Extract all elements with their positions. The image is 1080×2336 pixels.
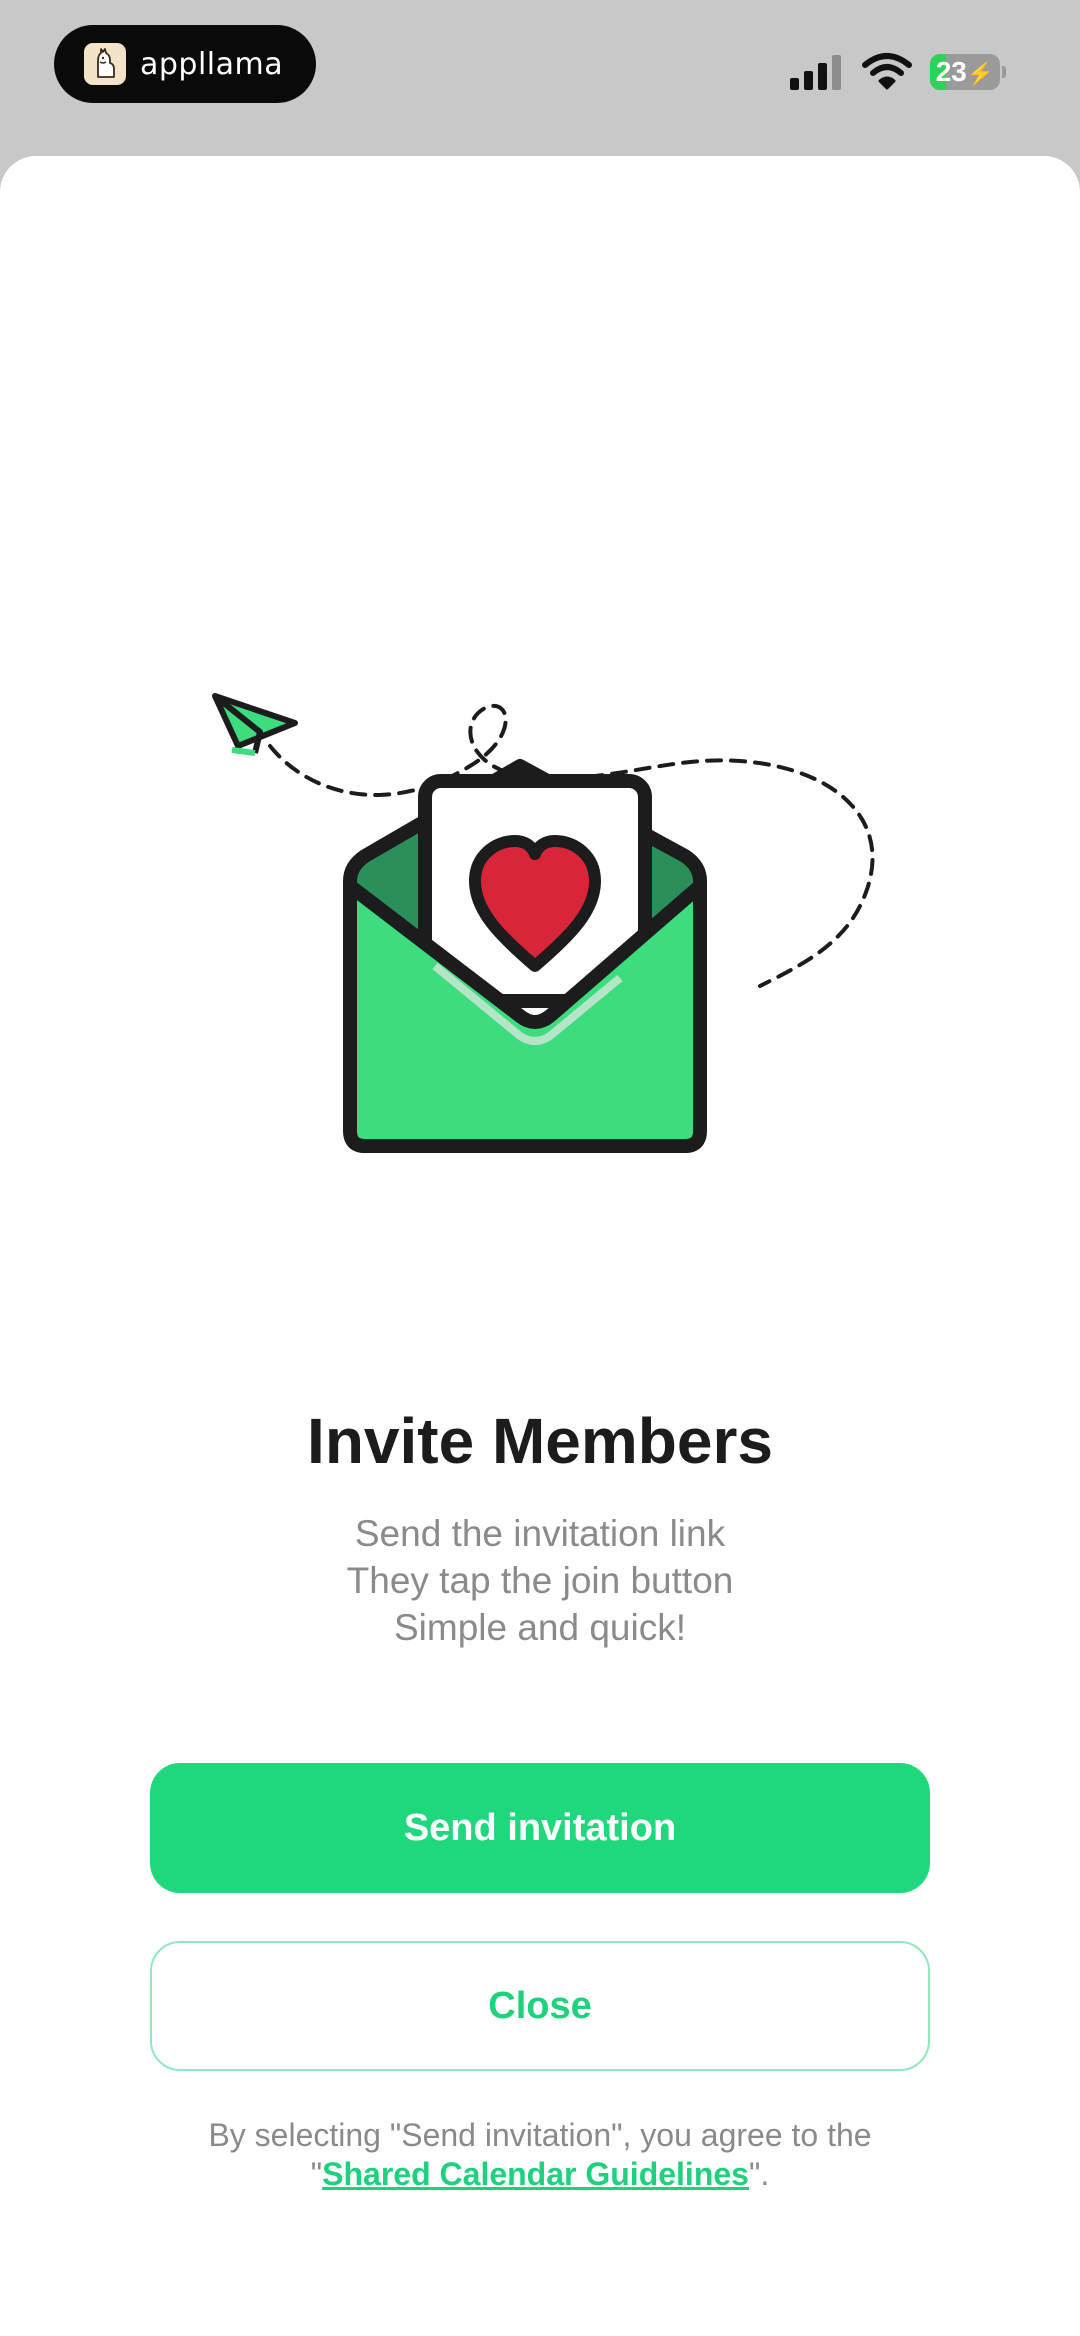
battery-charging-icon: 23⚡ xyxy=(930,54,1006,90)
quote-open: " xyxy=(310,2156,323,2192)
wifi-icon xyxy=(862,53,912,90)
envelope-heart-illustration xyxy=(212,693,875,1153)
battery-level: 23⚡ xyxy=(935,56,995,87)
app-name-label: appllama xyxy=(140,46,284,82)
invite-sheet: Invite Members Send the invitation link … xyxy=(0,156,1080,2336)
status-bar: appllama 23⚡ xyxy=(0,0,1080,150)
subtitle: Send the invitation link They tap the jo… xyxy=(0,1510,1080,1651)
subtitle-line: Simple and quick! xyxy=(393,1607,687,1648)
paper-plane-icon xyxy=(212,693,298,756)
close-button[interactable]: Close xyxy=(150,1941,930,2071)
guidelines-link[interactable]: Shared Calendar Guidelines xyxy=(322,2156,749,2192)
disclaimer-link-line: "Shared Calendar Guidelines". xyxy=(0,2155,1080,2194)
subtitle-line: Send the invitation link xyxy=(354,1513,726,1554)
send-invitation-button[interactable]: Send invitation xyxy=(150,1763,930,1893)
disclaimer-prefix: By selecting "Send invitation", you agre… xyxy=(208,2117,872,2153)
quote-close: ". xyxy=(748,2156,770,2192)
llama-logo-icon xyxy=(84,43,126,85)
disclaimer-text: By selecting "Send invitation", you agre… xyxy=(0,2116,1080,2194)
envelope-heart-icon xyxy=(343,759,707,1153)
page-title: Invite Members xyxy=(307,1405,773,1477)
subtitle-line: They tap the join button xyxy=(346,1560,734,1601)
app-indicator-pill[interactable]: appllama xyxy=(54,25,316,103)
signal-icon xyxy=(790,55,841,90)
